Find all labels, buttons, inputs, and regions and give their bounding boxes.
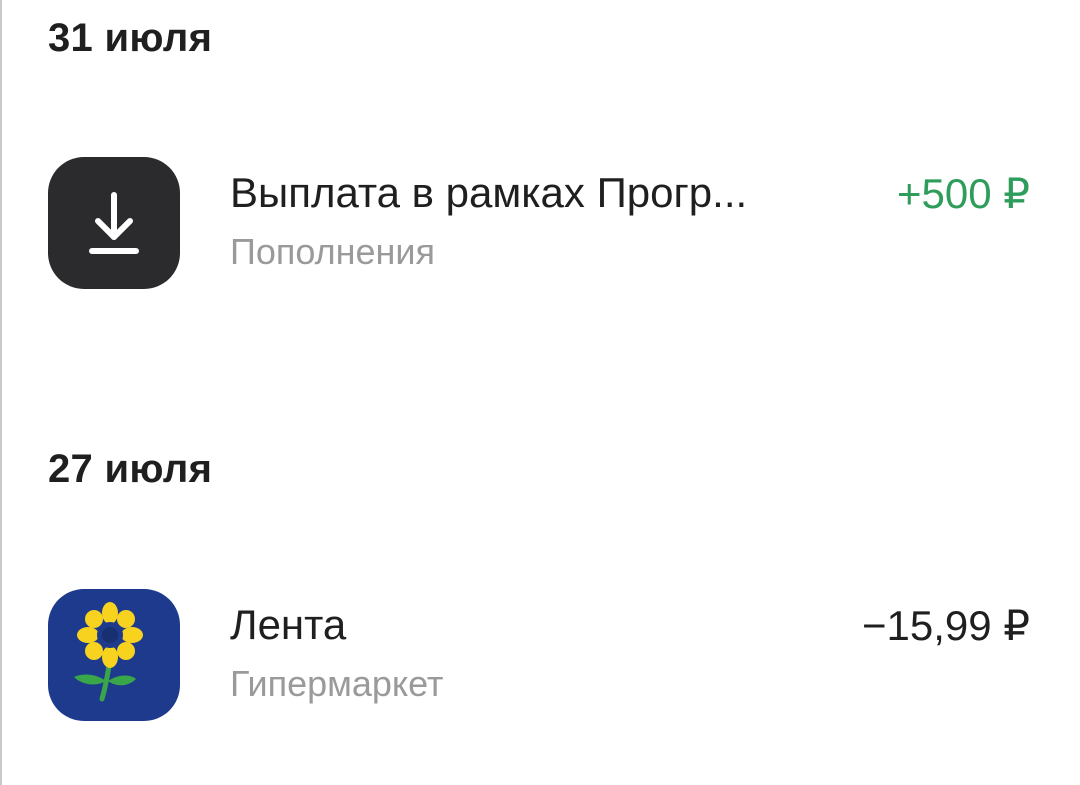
transaction-amount: +500 ₽ bbox=[897, 170, 1030, 217]
transaction-title: Лента bbox=[230, 601, 347, 648]
transaction-title: Выплата в рамках Прогр... bbox=[230, 169, 748, 216]
download-icon bbox=[48, 157, 180, 289]
transaction-row[interactable]: Лента Гипермаркет −15,99 ₽ bbox=[48, 589, 1038, 721]
transaction-amount: −15,99 ₽ bbox=[861, 602, 1030, 649]
left-edge-divider bbox=[0, 0, 2, 785]
transaction-category: Пополнения bbox=[230, 231, 436, 272]
date-header: 31 июля bbox=[48, 16, 213, 60]
sunflower-logo-icon bbox=[48, 589, 180, 721]
date-header: 27 июля bbox=[48, 447, 213, 491]
transaction-category: Гипермаркет bbox=[230, 663, 444, 704]
transaction-row[interactable]: Выплата в рамках Прогр... Пополнения +50… bbox=[48, 157, 1038, 289]
